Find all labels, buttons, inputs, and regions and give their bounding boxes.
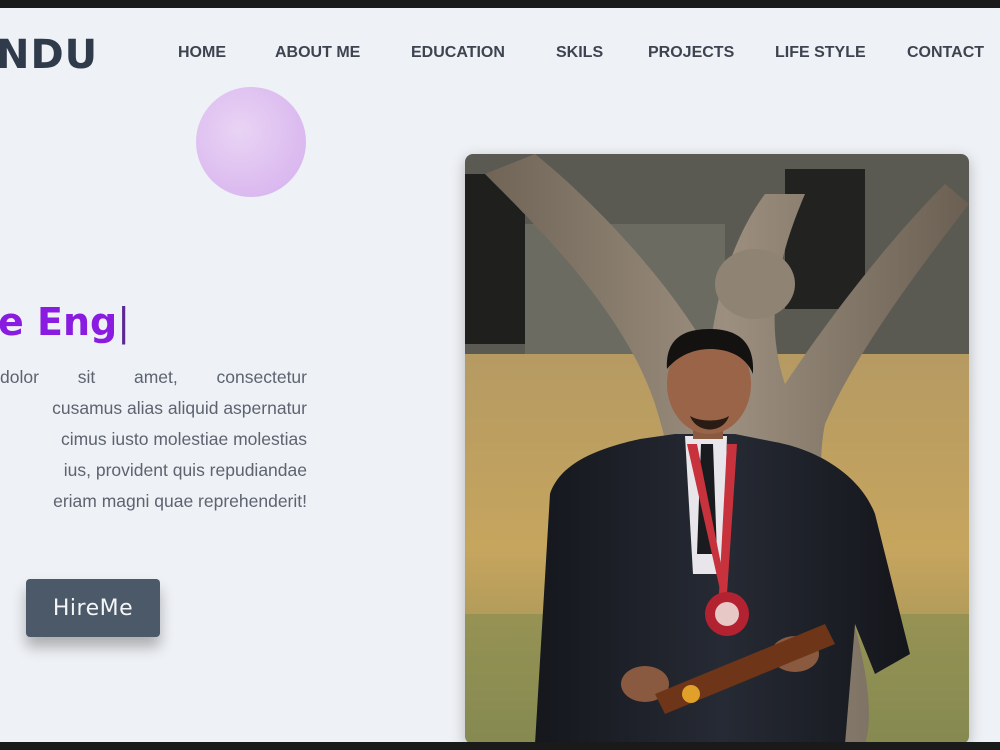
nav-contact[interactable]: CONTACT — [907, 44, 984, 62]
nav-about-me[interactable]: ABOUT ME — [275, 44, 360, 62]
hero-paragraph: dolor sit amet, consectetur cusamus alia… — [0, 362, 307, 517]
nav-skills[interactable]: SKILS — [556, 44, 603, 62]
hire-me-button[interactable]: HireMe — [26, 579, 160, 637]
nav-home[interactable]: HOME — [178, 44, 226, 62]
nav-projects[interactable]: PROJECTS — [648, 44, 734, 62]
decorative-bubble — [196, 87, 306, 197]
paragraph-line: eriam magni quae reprehenderit! — [53, 491, 307, 511]
hero-headline: e Eng| — [0, 300, 130, 344]
graduate-portrait-illustration — [465, 154, 969, 742]
paragraph-line: ius, provident quis repudiandae — [63, 460, 307, 480]
main-nav: HOME ABOUT ME EDUCATION SKILS PROJECTS L… — [0, 44, 1000, 74]
paragraph-line: dolor sit amet, consectetur — [0, 367, 307, 387]
paragraph-line: cimus iusto molestiae molestias — [60, 429, 307, 449]
typing-cursor: | — [117, 300, 131, 344]
profile-photo — [465, 154, 969, 742]
headline-text: e Eng — [0, 300, 118, 344]
nav-life-style[interactable]: LIFE STYLE — [775, 44, 866, 62]
paragraph-line: cusamus alias aliquid aspernatur — [52, 398, 307, 418]
page: NDU HOME ABOUT ME EDUCATION SKILS PROJEC… — [0, 8, 1000, 742]
nav-education[interactable]: EDUCATION — [411, 44, 505, 62]
